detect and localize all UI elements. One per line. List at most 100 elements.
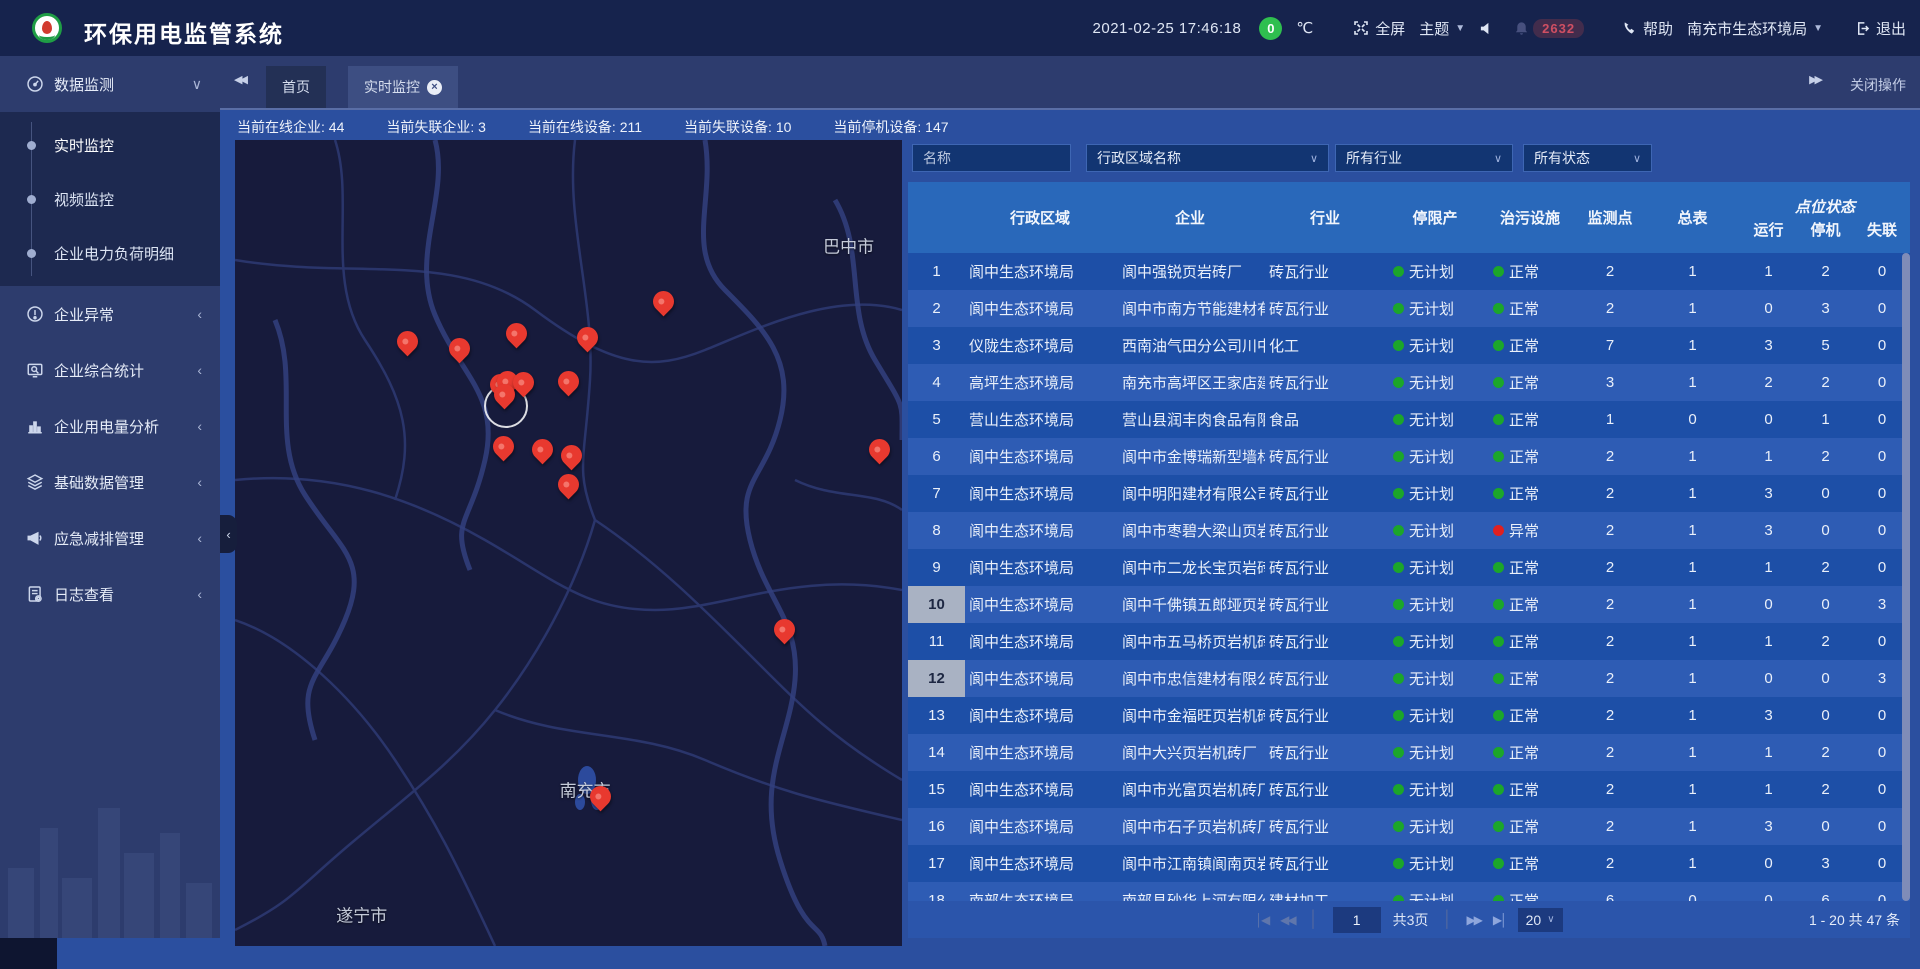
- cell-stop-count: 0: [1797, 475, 1854, 512]
- fullscreen-button[interactable]: 全屏: [1353, 18, 1405, 39]
- row-number: 1: [908, 253, 965, 290]
- cell-limit-status: 无计划: [1385, 549, 1485, 586]
- sidebar-item-1[interactable]: 企业异常‹: [0, 286, 220, 342]
- cell-facility-status: 正常: [1485, 697, 1575, 734]
- row-number: 5: [908, 401, 965, 438]
- megaphone-icon: [26, 529, 44, 547]
- sidebar-collapse-button[interactable]: ‹: [220, 515, 237, 553]
- tab-realtime-monitor[interactable]: 实时监控 ×: [348, 66, 458, 108]
- bullet-dot-icon: [27, 195, 36, 204]
- table-row[interactable]: 10阆中生态环境局阆中千佛镇五郎垭页岩砖瓦行业无计划正常21003: [908, 586, 1910, 623]
- total-pages-label: 共3页: [1393, 910, 1429, 930]
- cell-stop-count: 0: [1797, 808, 1854, 845]
- sidebar-item-6[interactable]: 日志查看‹: [0, 566, 220, 622]
- table-row[interactable]: 1阆中生态环境局阆中强锐页岩砖厂砖瓦行业无计划正常21120: [908, 253, 1910, 290]
- cell-industry: 砖瓦行业: [1265, 734, 1385, 771]
- sidebar-subitem-1[interactable]: 视频监控: [0, 172, 220, 226]
- table-row[interactable]: 12阆中生态环境局阆中市忠信建材有限公砖瓦行业无计划正常21003: [908, 660, 1910, 697]
- cell-industry: 砖瓦行业: [1265, 623, 1385, 660]
- next-page-icon[interactable]: ▶▶: [1466, 913, 1480, 927]
- datetime: 2021-02-25 17:46:18: [1093, 20, 1242, 37]
- status-dot-icon: [1493, 451, 1504, 462]
- tabs-scroll-left-icon[interactable]: ◀◀: [234, 73, 245, 86]
- cell-monitor-count: 1: [1575, 401, 1645, 438]
- last-page-icon[interactable]: ▶│: [1493, 913, 1506, 927]
- gauge-icon: [26, 75, 44, 93]
- page-number-input[interactable]: [1333, 907, 1381, 933]
- stat-item: 当前停机设备: 147: [833, 117, 948, 137]
- cell-facility-status: 正常: [1485, 771, 1575, 808]
- table-row[interactable]: 16阆中生态环境局阆中市石子页岩机砖厂砖瓦行业无计划正常21300: [908, 808, 1910, 845]
- theme-dropdown[interactable]: 主题 ▼: [1419, 18, 1465, 39]
- table-row[interactable]: 8阆中生态环境局阆中市枣碧大梁山页岩砖瓦行业无计划异常21300: [908, 512, 1910, 549]
- sidebar-subitem-2[interactable]: 企业电力负荷明细: [0, 226, 220, 280]
- chevron-left-icon: ‹: [197, 418, 202, 434]
- cell-monitor-count: 2: [1575, 438, 1645, 475]
- filter-select-0[interactable]: 行政区域名称∨: [1086, 144, 1329, 172]
- cell-company: 阆中市江南镇阆南页岩: [1115, 845, 1265, 882]
- cell-stop-count: 2: [1797, 623, 1854, 660]
- cell-stop-count: 3: [1797, 845, 1854, 882]
- status-dot-icon: [1493, 414, 1504, 425]
- cell-monitor-count: 2: [1575, 586, 1645, 623]
- speaker-icon: [1479, 21, 1494, 36]
- cell-facility-status: 正常: [1485, 290, 1575, 327]
- tabs-scroll-right-icon[interactable]: ▶▶: [1809, 73, 1820, 86]
- table-row[interactable]: 6阆中生态环境局阆中市金博瑞新型墙材砖瓦行业无计划正常21120: [908, 438, 1910, 475]
- map-roads: [235, 140, 902, 946]
- prev-page-icon[interactable]: ◀◀: [1280, 913, 1294, 927]
- sidebar-item-0[interactable]: 数据监测∨: [0, 56, 220, 112]
- status-dot-icon: [1393, 303, 1404, 314]
- help-button[interactable]: 帮助: [1622, 18, 1673, 39]
- first-page-icon[interactable]: │◀: [1255, 913, 1268, 927]
- sidebar-item-2[interactable]: 企业综合统计‹: [0, 342, 220, 398]
- cell-monitor-count: 2: [1575, 808, 1645, 845]
- table-row[interactable]: 11阆中生态环境局阆中市五马桥页岩机砖砖瓦行业无计划正常21120: [908, 623, 1910, 660]
- page-size-select[interactable]: 20 ∨: [1518, 908, 1563, 932]
- cell-monitor-count: 2: [1575, 697, 1645, 734]
- filter-select-1[interactable]: 所有行业∨: [1335, 144, 1513, 172]
- sidebar-subitem-0[interactable]: 实时监控: [0, 118, 220, 172]
- table-row[interactable]: 5营山生态环境局营山县润丰肉食品有限食品无计划正常10010: [908, 401, 1910, 438]
- table-row[interactable]: 14阆中生态环境局阆中大兴页岩机砖厂砖瓦行业无计划正常21120: [908, 734, 1910, 771]
- user-dropdown[interactable]: 南充市生态环境局 ▼: [1687, 18, 1823, 39]
- status-dot-icon: [1393, 340, 1404, 351]
- table-row[interactable]: 9阆中生态环境局阆中市二龙长宝页岩砖砖瓦行业无计划正常21120: [908, 549, 1910, 586]
- close-operations-button[interactable]: 关闭操作: [1850, 75, 1906, 95]
- table-row[interactable]: 4高坪生态环境局南充市高坪区王家店建砖瓦行业无计划正常31220: [908, 364, 1910, 401]
- cell-region: 阆中生态环境局: [965, 623, 1115, 660]
- name-filter-input[interactable]: [912, 144, 1071, 172]
- row-number: 18: [908, 882, 965, 901]
- table-row[interactable]: 15阆中生态环境局阆中市光富页岩机砖厂砖瓦行业无计划正常21120: [908, 771, 1910, 808]
- row-number: 17: [908, 845, 965, 882]
- filter-select-2[interactable]: 所有状态∨: [1523, 144, 1652, 172]
- cell-limit-status: 无计划: [1385, 882, 1485, 901]
- theme-label: 主题: [1419, 18, 1449, 39]
- status-dot-icon: [1493, 525, 1504, 536]
- table-row[interactable]: 17阆中生态环境局阆中市江南镇阆南页岩砖瓦行业无计划正常21030: [908, 845, 1910, 882]
- skyline-decoration: [0, 788, 220, 938]
- sidebar-item-3[interactable]: 企业用电量分析‹: [0, 398, 220, 454]
- logout-button[interactable]: 退出: [1855, 18, 1906, 39]
- table-row[interactable]: 2阆中生态环境局阆中市南方节能建材有砖瓦行业无计划正常21030: [908, 290, 1910, 327]
- sidebar-item-5[interactable]: 应急减排管理‹: [0, 510, 220, 566]
- table-row[interactable]: 13阆中生态环境局阆中市金福旺页岩机砖砖瓦行业无计划正常21300: [908, 697, 1910, 734]
- cell-meter-count: 0: [1645, 401, 1740, 438]
- table-row[interactable]: 3仪陇生态环境局西南油气田分公司川中化工无计划正常71350: [908, 327, 1910, 364]
- table-row[interactable]: 18南部生态环境局南部县砂华上河有限公建材加工无计划正常60060: [908, 882, 1910, 901]
- app-title: 环保用电监管系统: [84, 15, 284, 49]
- mute-button[interactable]: [1479, 21, 1494, 36]
- status-dot-icon: [1493, 340, 1504, 351]
- cell-region: 阆中生态环境局: [965, 734, 1115, 771]
- notification-area[interactable]: 2632: [1514, 19, 1584, 38]
- stat-item: 当前失联企业: 3: [386, 117, 486, 137]
- tab-home[interactable]: 首页: [266, 66, 326, 108]
- map[interactable]: 巴中市南充市遂宁市: [235, 140, 902, 946]
- sidebar-item-4[interactable]: 基础数据管理‹: [0, 454, 220, 510]
- table-scrollbar[interactable]: [1902, 253, 1910, 901]
- tab-close-icon[interactable]: ×: [427, 80, 442, 95]
- cell-region: 阆中生态环境局: [965, 845, 1115, 882]
- cell-industry: 砖瓦行业: [1265, 845, 1385, 882]
- table-row[interactable]: 7阆中生态环境局阆中明阳建材有限公司砖瓦行业无计划正常21300: [908, 475, 1910, 512]
- cell-facility-status: 正常: [1485, 401, 1575, 438]
